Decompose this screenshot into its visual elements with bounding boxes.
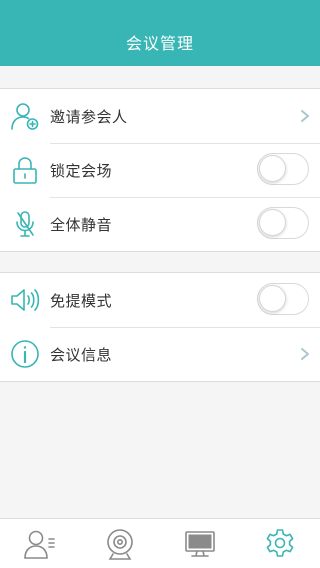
mute-all-toggle[interactable]: [257, 207, 309, 239]
tab-participants[interactable]: [0, 519, 80, 568]
lock-icon: [0, 143, 50, 197]
bottom-tab-bar: [0, 518, 320, 568]
settings-gear-icon: [266, 528, 294, 557]
mute-all-row: 全体静音: [0, 197, 320, 251]
handsfree-row: 免提模式: [0, 273, 320, 327]
tab-settings[interactable]: [240, 519, 320, 568]
chevron-right-icon: [290, 327, 320, 381]
info-icon: [0, 327, 50, 381]
lock-venue-toggle[interactable]: [257, 153, 309, 185]
handsfree-toggle[interactable]: [257, 283, 309, 315]
toggle-knob: [259, 155, 286, 182]
mic-muted-icon: [0, 197, 50, 251]
meeting-info-label: 会议信息: [50, 345, 113, 364]
toggle-knob: [259, 209, 286, 236]
meeting-info-row[interactable]: 会议信息: [0, 327, 320, 381]
nav-header: 会议管理: [0, 0, 320, 66]
add-person-icon: [0, 89, 50, 143]
tab-screen-share[interactable]: [160, 519, 240, 568]
monitor-icon: [185, 530, 215, 557]
invite-participants-label: 邀请参会人: [50, 107, 128, 126]
camera-icon: [107, 528, 133, 560]
meeting-management-screen: 会议管理 邀请参会人 锁定会场 全体静音 免提模式 会议信息: [0, 0, 320, 568]
settings-group-device: 免提模式 会议信息: [0, 272, 320, 382]
page-title: 会议管理: [125, 34, 194, 53]
participants-icon: [24, 530, 55, 559]
tab-camera[interactable]: [80, 519, 160, 568]
invite-participants-row[interactable]: 邀请参会人: [0, 89, 320, 143]
lock-venue-row: 锁定会场: [0, 143, 320, 197]
toggle-knob: [259, 285, 286, 312]
chevron-right-icon: [290, 89, 320, 143]
speaker-icon: [0, 273, 50, 327]
settings-group-meeting: 邀请参会人 锁定会场 全体静音: [0, 88, 320, 252]
